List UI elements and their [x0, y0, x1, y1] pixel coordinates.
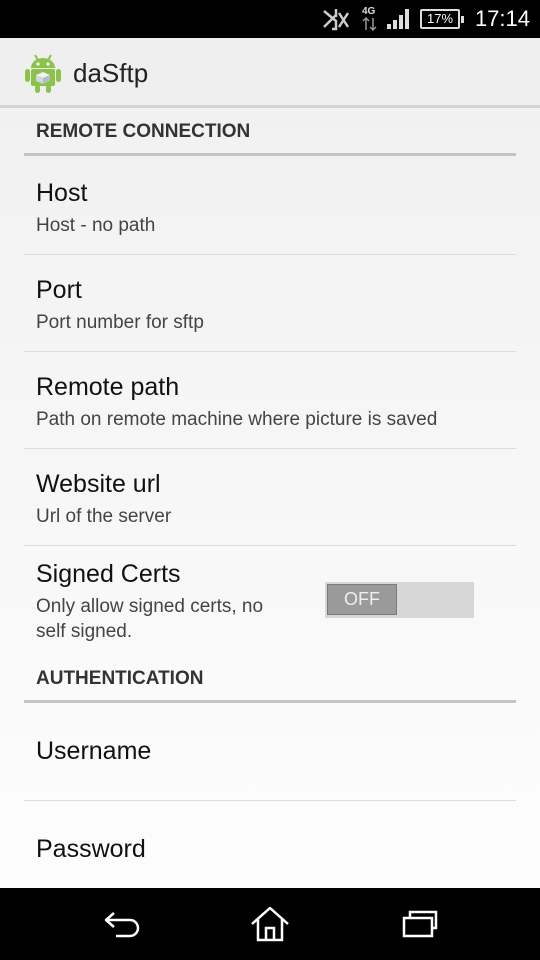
settings-list: REMOTE CONNECTION Host Host - no path Po… — [0, 108, 540, 888]
pref-password[interactable]: Password — [24, 801, 516, 888]
pref-summary: Path on remote machine where picture is … — [36, 409, 438, 430]
toggle-knob: OFF — [327, 584, 397, 615]
app-title: daSftp — [73, 58, 149, 88]
recent-apps-icon[interactable] — [390, 902, 450, 946]
clock: 17:14 — [474, 6, 530, 31]
section-header-remote-connection: REMOTE CONNECTION — [24, 108, 516, 156]
status-bar: 4G 17% 17:14 — [0, 0, 540, 38]
pref-summary: Url of the server — [36, 506, 172, 527]
pref-summary-line2: self signed. — [36, 621, 133, 642]
section-header-authentication: AUTHENTICATION — [24, 656, 516, 703]
pref-port[interactable]: Port Port number for sftp — [24, 255, 516, 352]
pref-website-url[interactable]: Website url Url of the server — [24, 449, 516, 546]
pref-username[interactable]: Username — [24, 703, 516, 801]
section-header-label: REMOTE CONNECTION — [36, 121, 251, 142]
pref-host[interactable]: Host Host - no path — [24, 156, 516, 255]
signed-certs-toggle[interactable]: OFF — [325, 582, 474, 618]
pref-title: Signed Certs — [36, 560, 181, 588]
pref-title: Website url — [36, 470, 161, 498]
pref-summary: Port number for sftp — [36, 312, 204, 333]
pref-title: Port — [36, 276, 82, 304]
pref-title: Password — [36, 835, 146, 863]
pref-title: Remote path — [36, 373, 180, 401]
pref-remote-path[interactable]: Remote path Path on remote machine where… — [24, 352, 516, 449]
pref-summary-line1: Only allow signed certs, no — [36, 596, 264, 617]
back-icon[interactable] — [92, 902, 152, 946]
pref-summary: Host - no path — [36, 215, 156, 236]
section-header-label: AUTHENTICATION — [36, 668, 204, 689]
android-robot-icon[interactable] — [24, 52, 62, 94]
pref-title: Host — [36, 179, 88, 207]
action-bar: daSftp — [0, 38, 540, 108]
pref-title: Username — [36, 737, 152, 765]
signal-blocked-icon — [322, 0, 350, 38]
data-transfer-icon — [362, 10, 378, 38]
home-icon[interactable] — [240, 902, 300, 946]
battery-icon: 17% — [420, 9, 464, 29]
navigation-bar — [0, 888, 540, 960]
cell-signal-icon — [386, 0, 412, 38]
